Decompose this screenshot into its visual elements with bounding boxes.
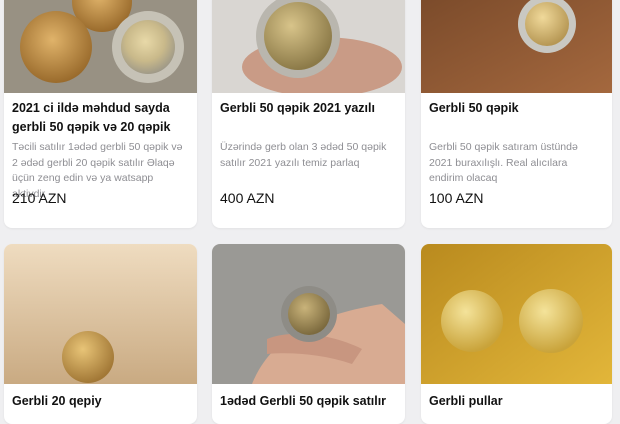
- listing-price: 210 AZN: [12, 190, 67, 206]
- coins-photo-icon: [4, 0, 197, 93]
- listing-photo[interactable]: [212, 0, 405, 93]
- listing-title[interactable]: 1ədəd Gerbli 50 qəpik satılır: [220, 392, 395, 411]
- listing-card[interactable]: Gerbli pullar: [421, 244, 612, 424]
- coins-photo-icon: [212, 244, 405, 384]
- listing-title[interactable]: 2021 ci ildə məhdud sayda gerbli 50 qəpi…: [12, 99, 187, 137]
- listing-photo[interactable]: [4, 0, 197, 93]
- listing-description: Üzərində gerb olan 3 ədəd 50 qəpik satıl…: [220, 141, 387, 169]
- listing-photo[interactable]: [212, 244, 405, 384]
- listings-grid: 2021 ci ildə məhdud sayda gerbli 50 qəpi…: [0, 0, 620, 424]
- listing-title[interactable]: Gerbli 50 qəpik 2021 yazılı: [220, 99, 395, 118]
- listing-photo[interactable]: [421, 0, 612, 93]
- listing-price: 400 AZN: [220, 190, 275, 206]
- coins-photo-icon: [421, 244, 612, 384]
- coins-photo-icon: [421, 0, 612, 93]
- listing-description: Gerbli 50 qəpik satıram üstündə 2021 bur…: [429, 141, 578, 184]
- listing-photo[interactable]: [4, 244, 197, 384]
- listing-card[interactable]: 1ədəd Gerbli 50 qəpik satılır: [212, 244, 405, 424]
- listing-card[interactable]: Gerbli 50 qəpik 2021 yazılı Üzərində ger…: [212, 0, 405, 228]
- listing-title[interactable]: Gerbli pullar: [429, 392, 602, 411]
- listing-title[interactable]: Gerbli 50 qəpik: [429, 99, 602, 118]
- listing-title[interactable]: Gerbli 20 qepiy: [12, 392, 187, 411]
- coins-photo-icon: [4, 244, 197, 384]
- coins-photo-icon: [212, 0, 405, 93]
- listing-price: 100 AZN: [429, 190, 484, 206]
- listing-card[interactable]: Gerbli 20 qepiy: [4, 244, 197, 424]
- listing-card[interactable]: 2021 ci ildə məhdud sayda gerbli 50 qəpi…: [4, 0, 197, 228]
- listing-card[interactable]: Gerbli 50 qəpik Gerbli 50 qəpik satıram …: [421, 0, 612, 228]
- listing-photo[interactable]: [421, 244, 612, 384]
